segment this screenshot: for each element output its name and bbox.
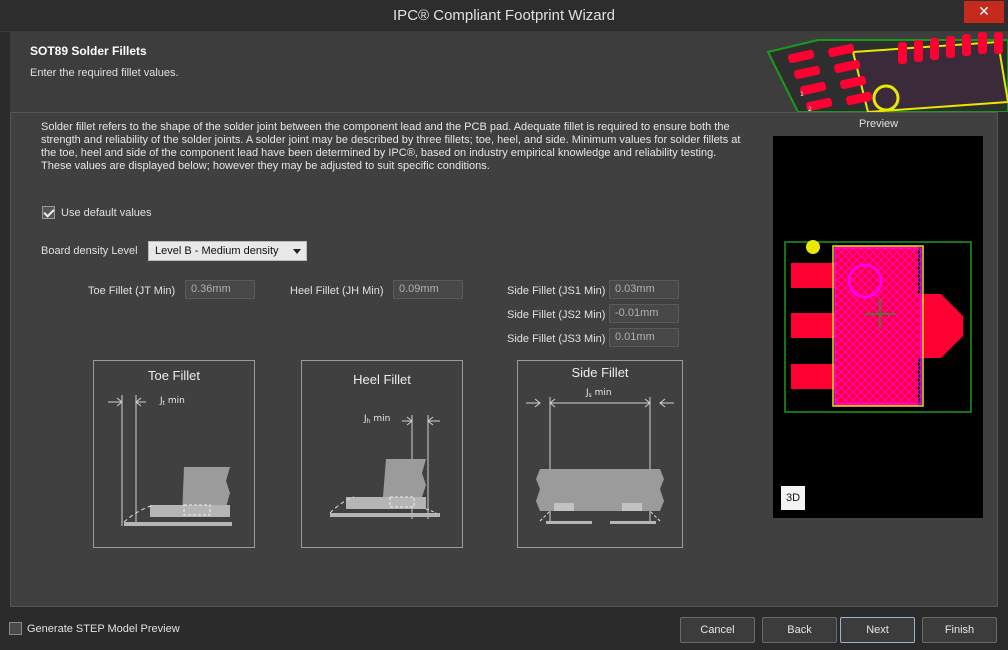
density-select[interactable]: Level B - Medium density [148,241,307,261]
use-default-label: Use default values [61,207,152,219]
footprint-preview[interactable]: 3D [773,136,983,518]
fillet-description: Solder fillet refers to the shape of the… [41,121,741,172]
svg-text:Jh min: Jh min [363,414,390,425]
side-fillet2-input[interactable]: -0.01mm [609,304,679,323]
title-bar: IPC® Compliant Footprint Wizard ✕ [0,0,1008,32]
use-default-checkbox[interactable] [42,206,55,219]
toe-fillet-input[interactable]: 0.36mm [185,280,255,299]
close-button[interactable]: ✕ [964,1,1004,23]
svg-text:Js min: Js min [585,388,612,399]
heel-fillet-diagram: Heel Fillet Jh min [301,360,463,548]
side-dim-suffix: min [592,388,612,398]
toe-dim-suffix: min [165,396,185,406]
svg-text:Jt min: Jt min [159,396,185,407]
footprint-preview-canvas [784,240,972,413]
main-panel: Solder fillet refers to the shape of the… [10,112,998,607]
heel-dim-suffix: min [370,414,390,424]
side-fillet-diagram: Side Fillet Js min [517,360,683,548]
back-button[interactable]: Back [762,617,837,643]
close-icon: ✕ [978,4,990,20]
pad-number: 1 [800,91,804,98]
heel-fillet-label: Heel Fillet (JH Min) [290,285,384,297]
density-label: Board density Level [41,245,138,257]
toe-fillet-label: Toe Fillet (JT Min) [88,285,176,297]
page-subtitle: Enter the required fillet values. [30,67,179,79]
page-title: SOT89 Solder Fillets [30,44,147,58]
side-fillet2-label: Side Fillet (JS2 Min) [507,309,606,321]
window-title: IPC® Compliant Footprint Wizard [393,7,615,24]
wizard-header: SOT89 Solder Fillets Enter the required … [10,32,1008,112]
step-preview-checkbox[interactable] [9,622,22,635]
next-button[interactable]: Next [840,617,915,643]
toe-fillet-diagram: Toe Fillet Jt min [93,360,255,548]
side-fillet1-input[interactable]: 0.03mm [609,280,679,299]
3d-view-button[interactable]: 3D [781,486,805,510]
side-fillet3-label: Side Fillet (JS3 Min) [507,333,606,345]
heel-fillet-input[interactable]: 0.09mm [393,280,463,299]
header-pcb-art: 1 2 [766,32,1008,112]
finish-button[interactable]: Finish [922,617,997,643]
side-fillet3-input[interactable]: 0.01mm [609,328,679,347]
preview-label: Preview [859,118,899,130]
cancel-button[interactable]: Cancel [680,617,755,643]
side-fillet1-label: Side Fillet (JS1 Min) [507,285,606,297]
step-preview-label: Generate STEP Model Preview [27,623,180,635]
density-value: Level B - Medium density [155,245,279,257]
chevron-down-icon [293,249,301,254]
